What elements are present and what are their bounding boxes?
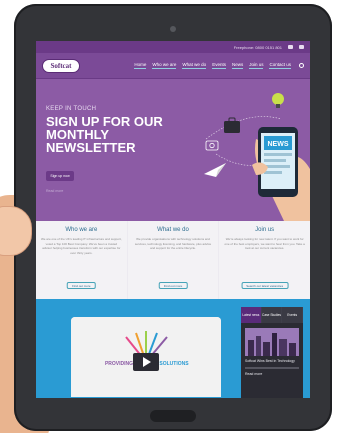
user-icon[interactable] [299,45,304,49]
card-what-we-do: What we do We provide organisations with… [127,221,219,299]
signup-button[interactable]: Sign up now [46,171,74,181]
hero-banner: KEEP IN TOUCH SIGN UP FOR OUR MONTHLY NE… [36,79,310,221]
hero-note[interactable]: Read more [46,189,63,193]
video-thumbnail: PROVIDING SOLUTIONS [71,317,221,397]
home-button[interactable] [150,410,196,422]
nav-item-join-us[interactable]: Join us [249,62,264,69]
hero-kicker: KEEP IN TOUCH [46,106,97,112]
media-section: PROVIDING SOLUTIONS Latest news Case Stu… [36,299,310,398]
card-who-we-are: Who we are We are one of the UK's leadin… [36,221,127,299]
tablet-screen: Freephone: 0800 0151 801 Softcat Home Wh… [36,41,310,398]
tab-latest-news[interactable]: Latest news [241,307,262,323]
logo[interactable]: Softcat [42,58,80,73]
card-title: What we do [157,227,189,233]
divider [245,366,299,369]
video-player[interactable]: PROVIDING SOLUTIONS [71,317,221,397]
card-title: Join us [255,227,275,233]
info-cards: Who we are We are one of the UK's leadin… [36,221,310,299]
nav-item-contact-us[interactable]: Contact us [269,62,291,69]
tab-case-studies[interactable]: Case Studies [261,307,283,323]
mail-icon[interactable] [288,45,293,49]
nav-item-events[interactable]: Events [212,62,226,69]
video-left-label: PROVIDING [105,361,133,367]
stage: Freephone: 0800 0151 801 Softcat Home Wh… [0,0,340,433]
nav-item-news[interactable]: News [231,62,244,69]
phone-number: Freephone: 0800 0151 801 [233,44,282,50]
nav-item-who-we-are[interactable]: Who we are [152,62,177,69]
sidebar-tabs: Latest news Case Studies Events [241,307,304,323]
camera-icon [170,26,176,32]
news-headline[interactable]: Softcat Wins Best in Technology [245,359,299,364]
nav-item-what-we-do[interactable]: What we do [182,62,207,69]
news-thumbnail[interactable] [245,328,299,356]
card-text: We provide organisations with technology… [134,237,212,250]
hero-illustration: NEWS [204,93,310,221]
news-sidebar: Latest news Case Studies Events Softcat … [241,307,304,398]
nav-items: Home Who we are What we do Events News J… [134,62,291,69]
logo-text: Softcat [50,61,72,70]
card-button-label: Search our latest vacancies [246,283,284,288]
nav-item-home[interactable]: Home [134,62,147,69]
card-text: We are one of the UK's leading IT infras… [41,237,122,255]
signup-button-label: Sign up now [50,174,70,178]
card-button[interactable]: Find out more [158,282,188,289]
news-read-more[interactable]: Read more [245,372,299,377]
tablet-device: Freephone: 0800 0151 801 Softcat Home Wh… [14,4,332,431]
card-text: We're always looking for new talent. If … [224,237,305,250]
card-button[interactable]: Search our latest vacancies [241,282,289,289]
phone-news-label: NEWS [268,141,289,148]
card-join-us: Join us We're always looking for new tal… [219,221,310,299]
card-button-label: Find out more [72,283,91,288]
top-bar: Freephone: 0800 0151 801 [36,41,310,53]
card-title: Who we are [65,227,98,233]
city-skyline-image [245,328,299,356]
tab-events[interactable]: Events [282,307,304,323]
video-right-label: SOLUTIONS [159,361,189,367]
card-button[interactable]: Find out more [67,282,96,289]
hero-title: SIGN UP FOR OUR MONTHLY NEWSLETTER [46,114,163,155]
main-nav: Softcat Home Who we are What we do Event… [36,53,310,79]
search-icon[interactable] [299,63,304,68]
card-button-label: Find out more [163,283,183,288]
